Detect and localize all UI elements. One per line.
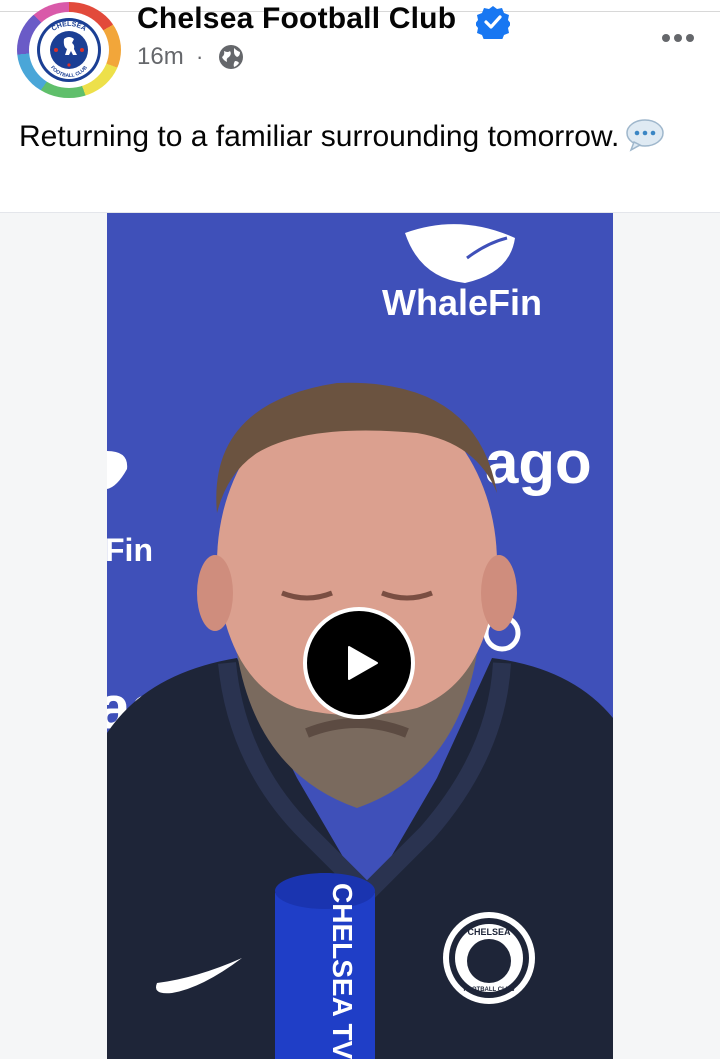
chelsea-crest-logo: CHELSEA FOOTBALL CLUB (37, 18, 101, 82)
play-icon (348, 646, 378, 680)
caption-text: Returning to a familiar surrounding tomo… (19, 120, 620, 153)
more-options-button[interactable] (655, 20, 701, 56)
hoodie-crest-text-bottom: FOOTBALL CLUB (464, 987, 516, 993)
post-caption: Returning to a familiar surrounding tomo… (19, 116, 679, 158)
play-button[interactable] (303, 607, 415, 719)
hoodie-club-crest: CHELSEA FOOTBALL CLUB (443, 912, 535, 1004)
facebook-post: CHELSEA FOOTBALL CLUB Chelsea Football C… (0, 0, 720, 1059)
globe-icon (219, 45, 243, 69)
microphone-label: CHELSEA TV (327, 883, 358, 1059)
sponsor-whalefin: WhaleFin (382, 282, 542, 323)
verified-badge-icon (476, 6, 510, 39)
page-avatar[interactable]: CHELSEA FOOTBALL CLUB (17, 2, 121, 98)
more-options-icon-dot (686, 34, 694, 42)
page-name[interactable]: Chelsea Football Club (137, 2, 456, 36)
speech-balloon-icon (626, 119, 665, 152)
more-options-icon (662, 34, 670, 42)
sponsor-fin-left: Fin (107, 532, 153, 568)
post-timestamp[interactable]: 16m (137, 42, 184, 72)
more-options-icon-dot (674, 34, 682, 42)
chelsea-tv-microphone: CHELSEA TV (275, 873, 375, 1059)
hoodie-crest-text-top: CHELSEA (467, 927, 511, 937)
meta-separator: · (196, 44, 204, 69)
sponsor-ago-right: ago (485, 429, 592, 496)
avatar-ring: CHELSEA FOOTBALL CLUB (29, 12, 109, 88)
